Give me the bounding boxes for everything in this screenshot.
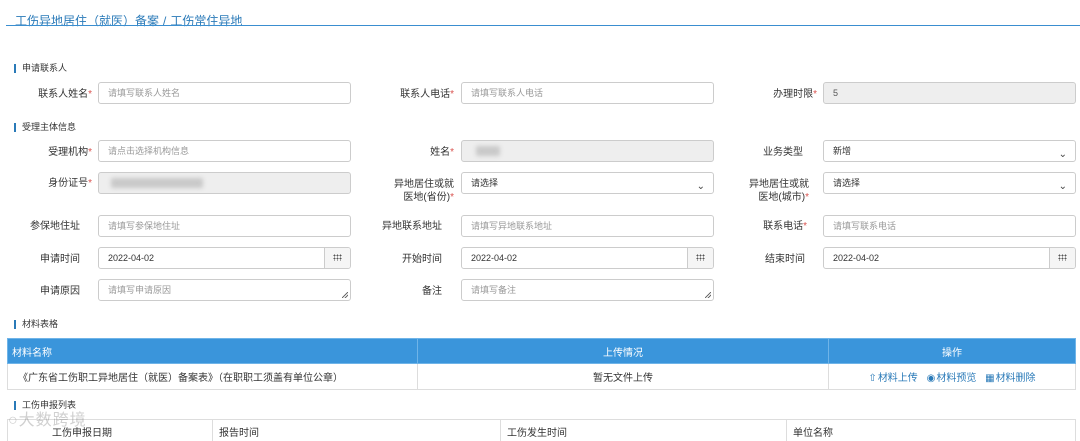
section-title-applicant: 申请联系人 [14,64,67,73]
insured-address-label: 参保地住址 [30,221,80,232]
contact-name-input[interactable]: 请填写联系人姓名 [98,82,351,104]
resize-handle-icon[interactable] [705,292,711,298]
end-date-input[interactable]: 2022-04-02 [823,247,1076,269]
reason-textarea[interactable]: 请填写申请原因 [98,279,351,301]
calendar-icon[interactable] [687,248,713,268]
start-date-label: 开始时间 [402,254,442,265]
province-value: 请选择 [471,178,499,188]
chevron-down-icon: ⌄ [1058,149,1067,160]
col-material-name: 材料名称 [7,338,418,364]
redacted-id [111,178,203,188]
materials-header-row: 材料名称 上传情况 操作 [7,338,1076,364]
table-row: 《广东省工伤职工异地居住（就医）备案表》（在职职工须盖有单位公章） 暂无文件上传… [7,363,1076,390]
upload-icon: ⇧ [868,373,877,384]
apply-date-input[interactable]: 2022-04-02 [98,247,351,269]
name-label: 姓名* [430,147,454,158]
province-select[interactable]: 请选择 ⌄ [461,172,714,194]
calendar-icon[interactable] [1049,248,1075,268]
upload-status-cell: 暂无文件上传 [417,363,829,390]
col-report-time: 报告时间 [212,419,501,441]
duration-field: 5 [823,82,1076,104]
city-value: 请选择 [833,178,861,188]
city-label: 异地居住或就 医地(城市)* [749,179,809,203]
calendar-icon[interactable] [324,248,350,268]
watermark-logo: ○​大数跨境 [8,412,87,429]
material-name-cell: 《广东省工伤职工异地居住（就医）备案表》（在职职工须盖有单位公章） [7,363,418,390]
apply-date-value: 2022-04-02 [108,253,155,263]
agency-label: 受理机构* [48,147,92,158]
city-select[interactable]: 请选择 ⌄ [823,172,1076,194]
header-divider [6,25,1080,26]
business-type-select[interactable]: 新增 ⌄ [823,140,1076,162]
section-title-subject: 受理主体信息 [14,123,76,132]
breadcrumb: 工伤异地居住（就医）备案 / 工伤常住异地 [15,12,242,29]
reason-label: 申请原因 [40,286,80,297]
chevron-down-icon: ⌄ [696,181,705,192]
remark-textarea[interactable]: 请填写备注 [461,279,714,301]
remote-address-label: 异地联系地址 [382,221,442,232]
start-date-value: 2022-04-02 [471,253,518,263]
apply-date-label: 申请时间 [40,254,80,265]
id-number-label: 身份证号* [48,178,92,189]
chevron-down-icon: ⌄ [1058,181,1067,192]
trash-icon: ▦ [985,373,995,384]
resize-handle-icon[interactable] [342,292,348,298]
contact-phone2-label: 联系电话* [763,221,807,232]
contact-phone2-input[interactable]: 请填写联系电话 [823,215,1076,237]
province-label: 异地居住或就 医地(省份)* [394,179,454,203]
name-field [461,140,714,162]
reports-table: 工伤申报日期 报告时间 工伤发生时间 单位名称 [7,419,1076,441]
delete-material-link[interactable]: ▦材料删除 [985,373,1035,384]
section-title-materials: 材料表格 [14,320,58,329]
start-date-input[interactable]: 2022-04-02 [461,247,714,269]
contact-name-label: 联系人姓名* [38,89,92,100]
contact-phone-label: 联系人电话* [400,89,454,100]
col-upload-status: 上传情况 [417,338,829,364]
end-date-value: 2022-04-02 [833,253,880,263]
contact-phone-input[interactable]: 请填写联系人电话 [461,82,714,104]
end-date-label: 结束时间 [765,254,805,265]
business-type-label: 业务类型 [763,147,803,158]
upload-material-link[interactable]: ⇧材料上传 [868,373,917,384]
eye-icon: ◉ [926,373,936,384]
actions-cell: ⇧材料上传 ◉材料预览 ▦材料删除 [828,363,1076,390]
col-injury-time: 工伤发生时间 [500,419,787,441]
business-type-value: 新增 [833,146,852,156]
remark-label: 备注 [422,286,442,297]
duration-label: 办理时限* [773,89,817,100]
col-company-name: 单位名称 [786,419,1076,441]
agency-input[interactable]: 请点击选择机构信息 [98,140,351,162]
remote-address-input[interactable]: 请填写异地联系地址 [461,215,714,237]
preview-material-link[interactable]: ◉材料预览 [927,373,977,384]
id-number-field [98,172,351,194]
insured-address-input[interactable]: 请填写参保地住址 [98,215,351,237]
reports-header-row: 工伤申报日期 报告时间 工伤发生时间 单位名称 [7,419,1076,441]
materials-table: 材料名称 上传情况 操作 《广东省工伤职工异地居住（就医）备案表》（在职职工须盖… [7,338,1076,390]
redacted-name [476,146,500,156]
col-actions: 操作 [828,338,1076,364]
